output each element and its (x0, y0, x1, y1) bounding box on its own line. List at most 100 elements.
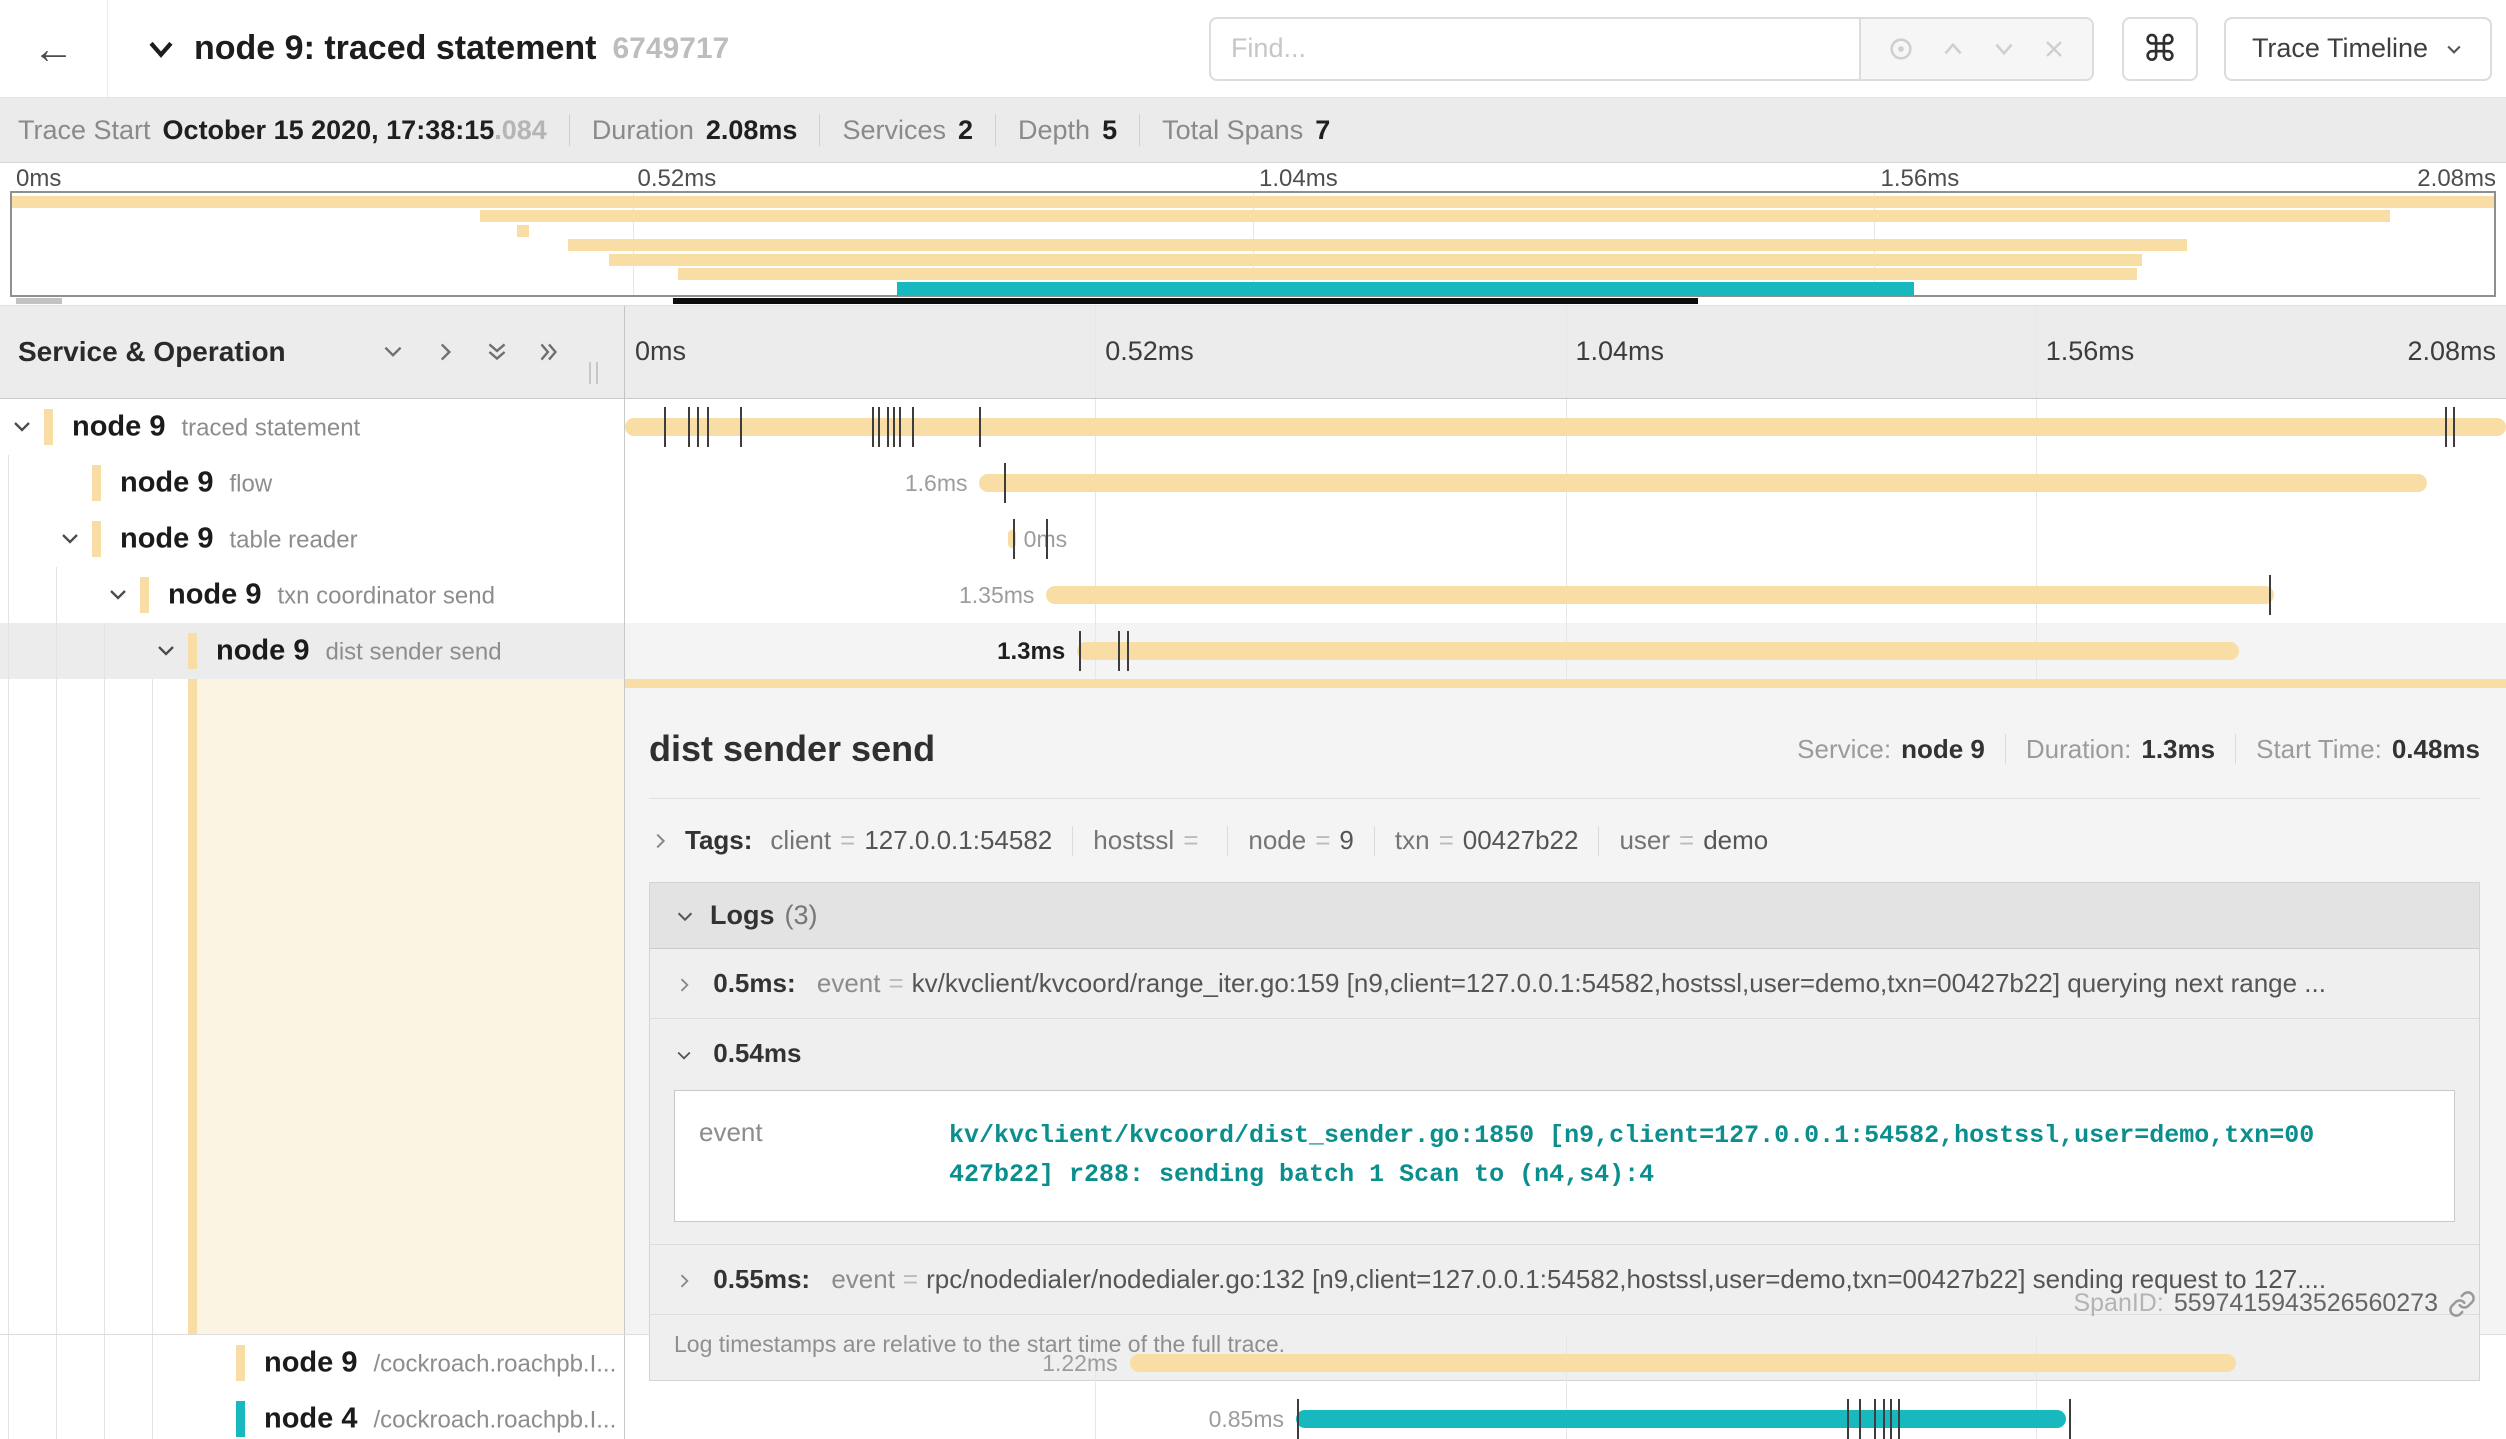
minimap-scrubber-handle[interactable] (16, 298, 62, 304)
tags-row[interactable]: Tags: client=127.0.0.1:54582 hostssl= no… (649, 825, 2480, 856)
log-marker (912, 407, 914, 447)
span-operation-name: table reader (229, 527, 357, 554)
span-row[interactable]: node 9 dist sender send 1.3ms (0, 623, 2506, 679)
log-marker (872, 407, 874, 447)
timeline-column-header: Service & Operation 0ms 0.52ms 1.04ms 1.… (0, 305, 2506, 399)
span-bar[interactable] (625, 418, 2506, 436)
minimap-tick-label: 2.08ms (2417, 165, 2496, 193)
span-operation-name: dist sender send (325, 639, 501, 666)
tag-value: demo (1703, 825, 1768, 856)
span-timeline-track[interactable]: 1.35ms (625, 567, 2506, 623)
span-color-bar (236, 1401, 245, 1437)
clear-search-icon[interactable] (2042, 37, 2066, 61)
scroll-to-match-icon[interactable] (1887, 35, 1915, 63)
span-bar[interactable] (979, 474, 2427, 492)
log-entry[interactable]: 0.5ms: event=kv/kvclient/kvcoord/range_i… (650, 949, 2479, 1019)
minimap-scroll-strip (0, 297, 2506, 305)
span-timeline-track[interactable]: 1.6ms (625, 455, 2506, 511)
trace-title-chevron-icon[interactable] (144, 32, 178, 66)
divider (995, 114, 996, 146)
span-collapse-chevron-icon[interactable] (106, 583, 130, 607)
timeline-gridline (1095, 1391, 1096, 1439)
logs-count: (3) (785, 900, 818, 931)
indent-guide (152, 679, 153, 1334)
chevron-down-icon (2444, 39, 2464, 59)
expand-all-icon[interactable] (536, 339, 562, 365)
log-marker (1013, 519, 1015, 559)
minimap-axis-labels: 0ms 0.52ms 1.04ms 1.56ms 2.08ms (10, 163, 2496, 191)
collapse-one-icon[interactable] (380, 339, 406, 365)
span-duration-label: 1.35ms (959, 582, 1034, 609)
span-name-cell[interactable]: node 4/cockroach.roachpb.I... (0, 1391, 625, 1439)
indent-guide (8, 455, 9, 511)
span-row[interactable]: node 9/cockroach.roachpb.I...1.22ms (0, 1335, 2506, 1391)
span-timeline-track[interactable]: 0.85ms (625, 1391, 2506, 1439)
log-value-line: kv/kvclient/kvcoord/dist_sender.go:1850 … (949, 1117, 2314, 1156)
span-timeline-track[interactable]: 1.22ms (625, 1335, 2506, 1391)
trace-start-ms: .084 (494, 115, 547, 146)
span-timeline-track[interactable] (625, 399, 2506, 455)
command-key-icon: ⌘ (2142, 28, 2178, 70)
tag-value: 127.0.0.1:54582 (864, 825, 1052, 856)
span-color-bar (188, 633, 197, 669)
indent-guide (56, 679, 57, 1334)
span-bar[interactable] (1296, 1410, 2066, 1428)
span-name-cell[interactable]: node 9/cockroach.roachpb.I... (0, 1335, 625, 1391)
prev-match-icon[interactable] (1940, 36, 1966, 62)
span-bar[interactable] (1130, 1354, 2236, 1372)
log-marker (1874, 1399, 1876, 1439)
horizontal-scrollbar-thumb[interactable] (673, 298, 1698, 304)
back-button[interactable]: ← (0, 0, 108, 97)
copy-link-icon[interactable] (2448, 1290, 2476, 1318)
divider (649, 798, 2480, 799)
minimap-canvas[interactable] (10, 191, 2496, 297)
span-row[interactable]: node 9table reader0ms (0, 511, 2506, 567)
log-timestamp: 0.5ms: (713, 968, 795, 998)
service-meta-label: Service: (1797, 734, 1891, 765)
equals-sign: = (1315, 825, 1330, 856)
span-name-cell[interactable]: node 9txn coordinator send (0, 567, 625, 623)
span-name-cell[interactable]: node 9flow (0, 455, 625, 511)
keyboard-shortcuts-button[interactable]: ⌘ (2122, 17, 2198, 81)
span-row[interactable]: node 9flow1.6ms (0, 455, 2506, 511)
total-spans-label: Total Spans (1162, 115, 1303, 146)
equals-sign: = (1439, 825, 1454, 856)
span-timeline-track[interactable]: 1.3ms (625, 623, 2506, 679)
span-name-cell[interactable]: node 9 dist sender send (0, 623, 625, 679)
span-row[interactable]: node 4/cockroach.roachpb.I...0.85ms (0, 1391, 2506, 1439)
span-bar[interactable] (1077, 642, 2239, 660)
log-marker (2453, 407, 2455, 447)
span-bar[interactable] (1046, 586, 2273, 604)
find-input[interactable] (1209, 17, 1859, 81)
logs-header[interactable]: Logs (3) (650, 883, 2479, 949)
find-suffix-controls (1859, 17, 2094, 81)
expand-one-icon[interactable] (432, 339, 458, 365)
trace-view-selector[interactable]: Trace Timeline (2224, 17, 2492, 81)
span-color-bar (236, 1345, 245, 1381)
span-row[interactable]: node 9traced statement (0, 399, 2506, 455)
log-marker (878, 407, 880, 447)
duration-value: 2.08ms (706, 115, 798, 146)
minimap-span-bar (897, 282, 1914, 296)
back-arrow-icon: ← (33, 25, 75, 73)
service-operation-title: Service & Operation (18, 336, 286, 368)
log-marker (893, 407, 895, 447)
indent-guide (8, 623, 9, 679)
span-timeline-track[interactable]: 0ms (625, 511, 2506, 567)
span-collapse-chevron-icon[interactable] (58, 527, 82, 551)
span-service-name: node 9 (216, 635, 309, 667)
log-entry-expanded: 0.54ms event kv/kvclient/kvcoord/dist_se… (650, 1019, 2479, 1245)
axis-tick-label: 1.56ms (2046, 336, 2135, 367)
span-detail-row: dist sender send Service: node 9 Duratio… (0, 679, 2506, 1334)
span-collapse-chevron-icon[interactable] (10, 415, 34, 439)
next-match-icon[interactable] (1991, 36, 2017, 62)
span-name-cell[interactable]: node 9table reader (0, 511, 625, 567)
span-row[interactable]: node 9txn coordinator send 1.35ms (0, 567, 2506, 623)
column-resize-handle[interactable] (589, 362, 598, 384)
span-color-bar (44, 409, 53, 445)
collapse-all-icon[interactable] (484, 339, 510, 365)
span-collapse-chevron-icon[interactable] (154, 639, 178, 663)
log-entry-header[interactable]: 0.54ms (674, 1019, 2455, 1088)
span-name-cell[interactable]: node 9traced statement (0, 399, 625, 455)
equals-sign: = (903, 1264, 918, 1294)
